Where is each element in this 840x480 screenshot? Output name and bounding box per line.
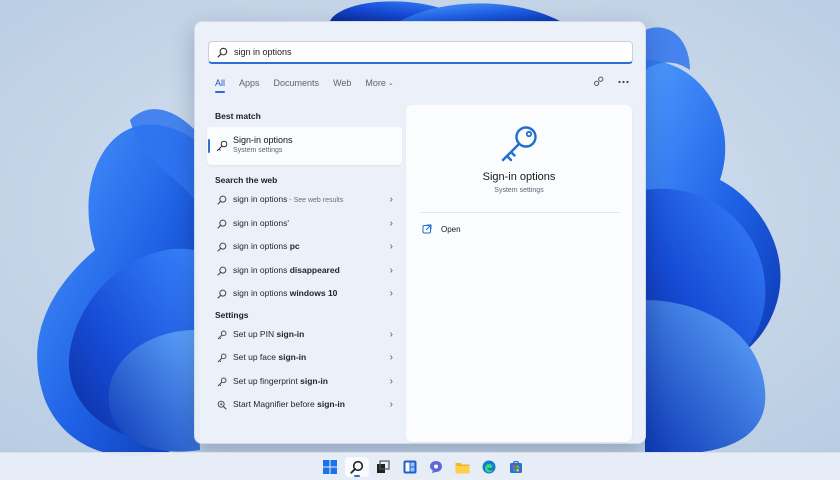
- settings-result-row[interactable]: Set up PIN sign-in ›: [207, 323, 403, 347]
- best-match-item[interactable]: Sign-in options System settings: [207, 127, 402, 165]
- web-result-row[interactable]: sign in options - See web results ›: [207, 188, 403, 212]
- chevron-right-icon: ›: [390, 393, 393, 417]
- search-icon[interactable]: [345, 457, 369, 477]
- key-icon: [217, 353, 227, 363]
- settings-result-row[interactable]: Set up fingerprint sign-in ›: [207, 370, 403, 394]
- key-icon: [498, 123, 540, 170]
- search-icon: [217, 219, 227, 229]
- start-icon[interactable]: [318, 457, 342, 477]
- tab-web[interactable]: Web: [333, 78, 351, 88]
- open-icon: [422, 224, 432, 234]
- web-result-text: sign in options: [233, 288, 290, 298]
- settings-result-text: Set up fingerprint: [233, 376, 300, 386]
- file-explorer-icon[interactable]: [451, 457, 475, 477]
- selection-indicator: [208, 139, 210, 153]
- key-icon: [216, 139, 228, 157]
- search-icon: [217, 289, 227, 299]
- tab-apps[interactable]: Apps: [239, 78, 260, 88]
- web-result-text: sign in options: [233, 194, 287, 204]
- chat-icon[interactable]: [424, 457, 448, 477]
- settings-result-text: Set up face: [233, 352, 278, 362]
- chevron-down-icon: ⌄: [388, 79, 394, 87]
- search-icon: [217, 266, 227, 276]
- chevron-right-icon: ›: [390, 370, 393, 394]
- web-result-row[interactable]: sign in options windows 10 ›: [207, 282, 403, 306]
- search-bar[interactable]: [208, 41, 633, 64]
- web-result-row[interactable]: sign in options' ›: [207, 212, 403, 236]
- tab-all[interactable]: All: [215, 78, 225, 93]
- divider: [420, 212, 620, 213]
- chevron-right-icon: ›: [390, 235, 393, 259]
- task-view-icon[interactable]: [371, 457, 395, 477]
- settings-results: Set up PIN sign-in › Set up face sign-in…: [207, 323, 403, 417]
- share-icon[interactable]: [593, 76, 604, 87]
- best-match-subtitle: System settings: [233, 147, 402, 154]
- section-title-settings: Settings: [207, 307, 403, 323]
- search-icon: [217, 195, 227, 205]
- chevron-right-icon: ›: [390, 282, 393, 306]
- key-icon: [217, 377, 227, 387]
- preview-subtitle: System settings: [406, 187, 632, 194]
- tab-documents[interactable]: Documents: [274, 78, 320, 88]
- tab-more[interactable]: More ⌄: [365, 78, 393, 88]
- widgets-icon[interactable]: [398, 457, 422, 477]
- settings-result-bold: sign-in: [300, 376, 328, 386]
- store-icon[interactable]: [504, 457, 528, 477]
- web-results: sign in options - See web results › sign…: [207, 188, 403, 306]
- open-action[interactable]: Open: [422, 224, 461, 234]
- web-result-bold: disappeared: [290, 265, 340, 275]
- search-icon: [217, 47, 228, 58]
- chevron-right-icon: ›: [390, 188, 393, 212]
- tab-apps-label: Apps: [239, 78, 260, 88]
- settings-result-row[interactable]: Set up face sign-in ›: [207, 346, 403, 370]
- search-flyout: All Apps Documents Web More ⌄ Best match: [194, 21, 646, 444]
- more-options-icon[interactable]: [618, 80, 629, 84]
- tab-all-label: All: [215, 78, 225, 88]
- preview-title: Sign-in options: [406, 171, 632, 183]
- chevron-right-icon: ›: [390, 346, 393, 370]
- settings-result-text: Start Magnifier before: [233, 399, 317, 409]
- settings-result-text: Set up PIN: [233, 329, 276, 339]
- magnifier-icon: [217, 400, 227, 410]
- taskbar-icons: [318, 457, 530, 477]
- web-result-row[interactable]: sign in options disappeared ›: [207, 259, 403, 283]
- key-icon: [217, 330, 227, 340]
- tab-web-label: Web: [333, 78, 351, 88]
- chevron-right-icon: ›: [390, 212, 393, 236]
- search-icon: [217, 242, 227, 252]
- web-result-hint: - See web results: [287, 197, 343, 204]
- tab-more-label: More: [365, 78, 386, 88]
- chevron-right-icon: ›: [390, 259, 393, 283]
- web-result-text: sign in options': [233, 218, 289, 228]
- settings-result-bold: sign-in: [276, 329, 304, 339]
- settings-result-row[interactable]: Start Magnifier before sign-in ›: [207, 393, 403, 417]
- active-tab-indicator: [215, 91, 225, 93]
- section-title-best-match: Best match: [207, 108, 403, 124]
- section-title-web: Search the web: [207, 172, 403, 188]
- taskbar: [0, 452, 840, 480]
- best-match-title: Sign-in options: [233, 135, 402, 145]
- tab-documents-label: Documents: [274, 78, 320, 88]
- search-input[interactable]: [234, 43, 624, 61]
- edge-icon[interactable]: [477, 457, 501, 477]
- settings-result-bold: sign-in: [317, 399, 345, 409]
- settings-result-bold: sign-in: [278, 352, 306, 362]
- web-result-text: sign in options: [233, 265, 290, 275]
- chevron-right-icon: ›: [390, 323, 393, 347]
- web-result-bold: windows 10: [290, 288, 338, 298]
- open-label: Open: [441, 225, 461, 234]
- header-actions: [579, 76, 629, 87]
- web-result-text: sign in options: [233, 241, 290, 251]
- web-result-bold: pc: [290, 241, 300, 251]
- preview-pane: Sign-in options System settings Open: [406, 105, 632, 442]
- filter-tabs: All Apps Documents Web More ⌄: [215, 78, 408, 93]
- results-list: Best match Sign-in options System settin…: [207, 108, 403, 417]
- web-result-row[interactable]: sign in options pc ›: [207, 235, 403, 259]
